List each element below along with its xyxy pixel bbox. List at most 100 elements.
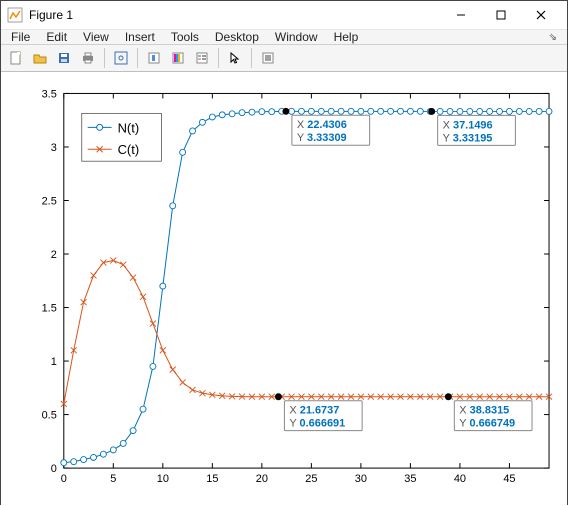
marker[interactable] — [289, 108, 295, 114]
xtick-label: 40 — [454, 473, 466, 485]
marker[interactable] — [536, 108, 542, 114]
datatip-y: Y 0.666691 — [289, 418, 345, 430]
marker[interactable] — [91, 454, 97, 460]
marker[interactable] — [318, 108, 324, 114]
marker[interactable] — [378, 108, 384, 114]
marker[interactable] — [209, 114, 215, 120]
datatip-point[interactable] — [445, 393, 452, 400]
open-button[interactable] — [29, 47, 51, 69]
marker[interactable] — [199, 119, 205, 125]
menu-expand-icon[interactable]: ⇘ — [549, 32, 557, 43]
marker[interactable] — [358, 108, 364, 114]
marker[interactable] — [269, 109, 275, 115]
marker[interactable] — [308, 108, 314, 114]
save-button[interactable] — [53, 47, 75, 69]
menu-insert[interactable]: Insert — [125, 30, 155, 44]
marker[interactable] — [71, 459, 77, 465]
marker[interactable] — [298, 108, 304, 114]
insert-legend-button[interactable] — [191, 47, 213, 69]
marker[interactable] — [160, 347, 166, 353]
marker[interactable] — [348, 108, 354, 114]
toolbar-separator — [104, 48, 105, 68]
ytick-label: 3 — [51, 142, 57, 154]
marker[interactable] — [259, 109, 265, 115]
datatip-y: Y 3.33195 — [443, 132, 493, 144]
marker[interactable] — [120, 440, 126, 446]
new-file-button[interactable] — [5, 47, 27, 69]
marker[interactable] — [457, 108, 463, 114]
marker[interactable] — [506, 108, 512, 114]
marker[interactable] — [229, 111, 235, 117]
marker[interactable] — [81, 457, 87, 463]
marker[interactable] — [437, 108, 443, 114]
marker[interactable] — [130, 428, 136, 434]
marker[interactable] — [417, 108, 423, 114]
menu-help[interactable]: Help — [334, 30, 359, 44]
marker[interactable] — [160, 283, 166, 289]
marker[interactable] — [338, 108, 344, 114]
close-button[interactable] — [521, 1, 561, 29]
marker[interactable] — [219, 112, 225, 118]
marker[interactable] — [407, 108, 413, 114]
datatip-point[interactable] — [275, 393, 282, 400]
pointer-button[interactable] — [224, 47, 246, 69]
marker[interactable] — [120, 262, 126, 268]
menu-view[interactable]: View — [83, 30, 109, 44]
marker[interactable] — [150, 363, 156, 369]
menu-edit[interactable]: Edit — [46, 30, 67, 44]
xtick-label: 10 — [157, 473, 169, 485]
edit-plot-button[interactable] — [257, 47, 279, 69]
minimize-button[interactable] — [441, 1, 481, 29]
marker[interactable] — [526, 108, 532, 114]
marker[interactable] — [467, 108, 473, 114]
menu-tools[interactable]: Tools — [171, 30, 199, 44]
marker[interactable] — [239, 110, 245, 116]
marker[interactable] — [100, 451, 106, 457]
insert-colorbar-button[interactable] — [167, 47, 189, 69]
marker[interactable] — [249, 109, 255, 115]
legend-item[interactable]: C(t) — [118, 142, 140, 157]
marker[interactable] — [150, 321, 156, 327]
marker[interactable] — [61, 460, 67, 466]
marker[interactable] — [170, 203, 176, 209]
xtick-label: 20 — [256, 473, 268, 485]
marker[interactable] — [487, 108, 493, 114]
axes[interactable]: 05101520253035404500.511.522.533.5N(t)C(… — [9, 80, 559, 498]
marker[interactable] — [398, 108, 404, 114]
menu-window[interactable]: Window — [275, 30, 318, 44]
ytick-label: 2 — [51, 249, 57, 261]
datacursor-button[interactable] — [110, 47, 132, 69]
marker[interactable] — [91, 272, 97, 278]
marker[interactable] — [190, 387, 196, 393]
series-C(t)[interactable] — [64, 260, 549, 403]
marker[interactable] — [180, 379, 186, 385]
marker[interactable] — [447, 108, 453, 114]
marker[interactable] — [388, 108, 394, 114]
marker[interactable] — [110, 447, 116, 453]
marker[interactable] — [516, 108, 522, 114]
marker[interactable] — [140, 294, 146, 300]
marker[interactable] — [130, 275, 136, 281]
maximize-button[interactable] — [481, 1, 521, 29]
link-button[interactable] — [143, 47, 165, 69]
menu-file[interactable]: File — [11, 30, 30, 44]
print-button[interactable] — [77, 47, 99, 69]
marker[interactable] — [328, 108, 334, 114]
legend-item[interactable]: N(t) — [118, 120, 140, 135]
datatip-point[interactable] — [282, 108, 289, 115]
marker[interactable] — [170, 367, 176, 373]
marker[interactable] — [477, 108, 483, 114]
ytick-label: 1.5 — [42, 303, 57, 315]
datatip-x: X 21.6737 — [289, 405, 339, 417]
plot-area[interactable]: 05101520253035404500.511.522.533.5N(t)C(… — [1, 72, 567, 506]
xtick-label: 30 — [355, 473, 367, 485]
menu-desktop[interactable]: Desktop — [215, 30, 259, 44]
marker[interactable] — [140, 406, 146, 412]
marker[interactable] — [497, 108, 503, 114]
datatip-point[interactable] — [428, 108, 435, 115]
ytick-label: 0.5 — [42, 410, 57, 422]
marker[interactable] — [190, 128, 196, 134]
marker[interactable] — [546, 108, 552, 114]
marker[interactable] — [368, 108, 374, 114]
marker[interactable] — [180, 149, 186, 155]
